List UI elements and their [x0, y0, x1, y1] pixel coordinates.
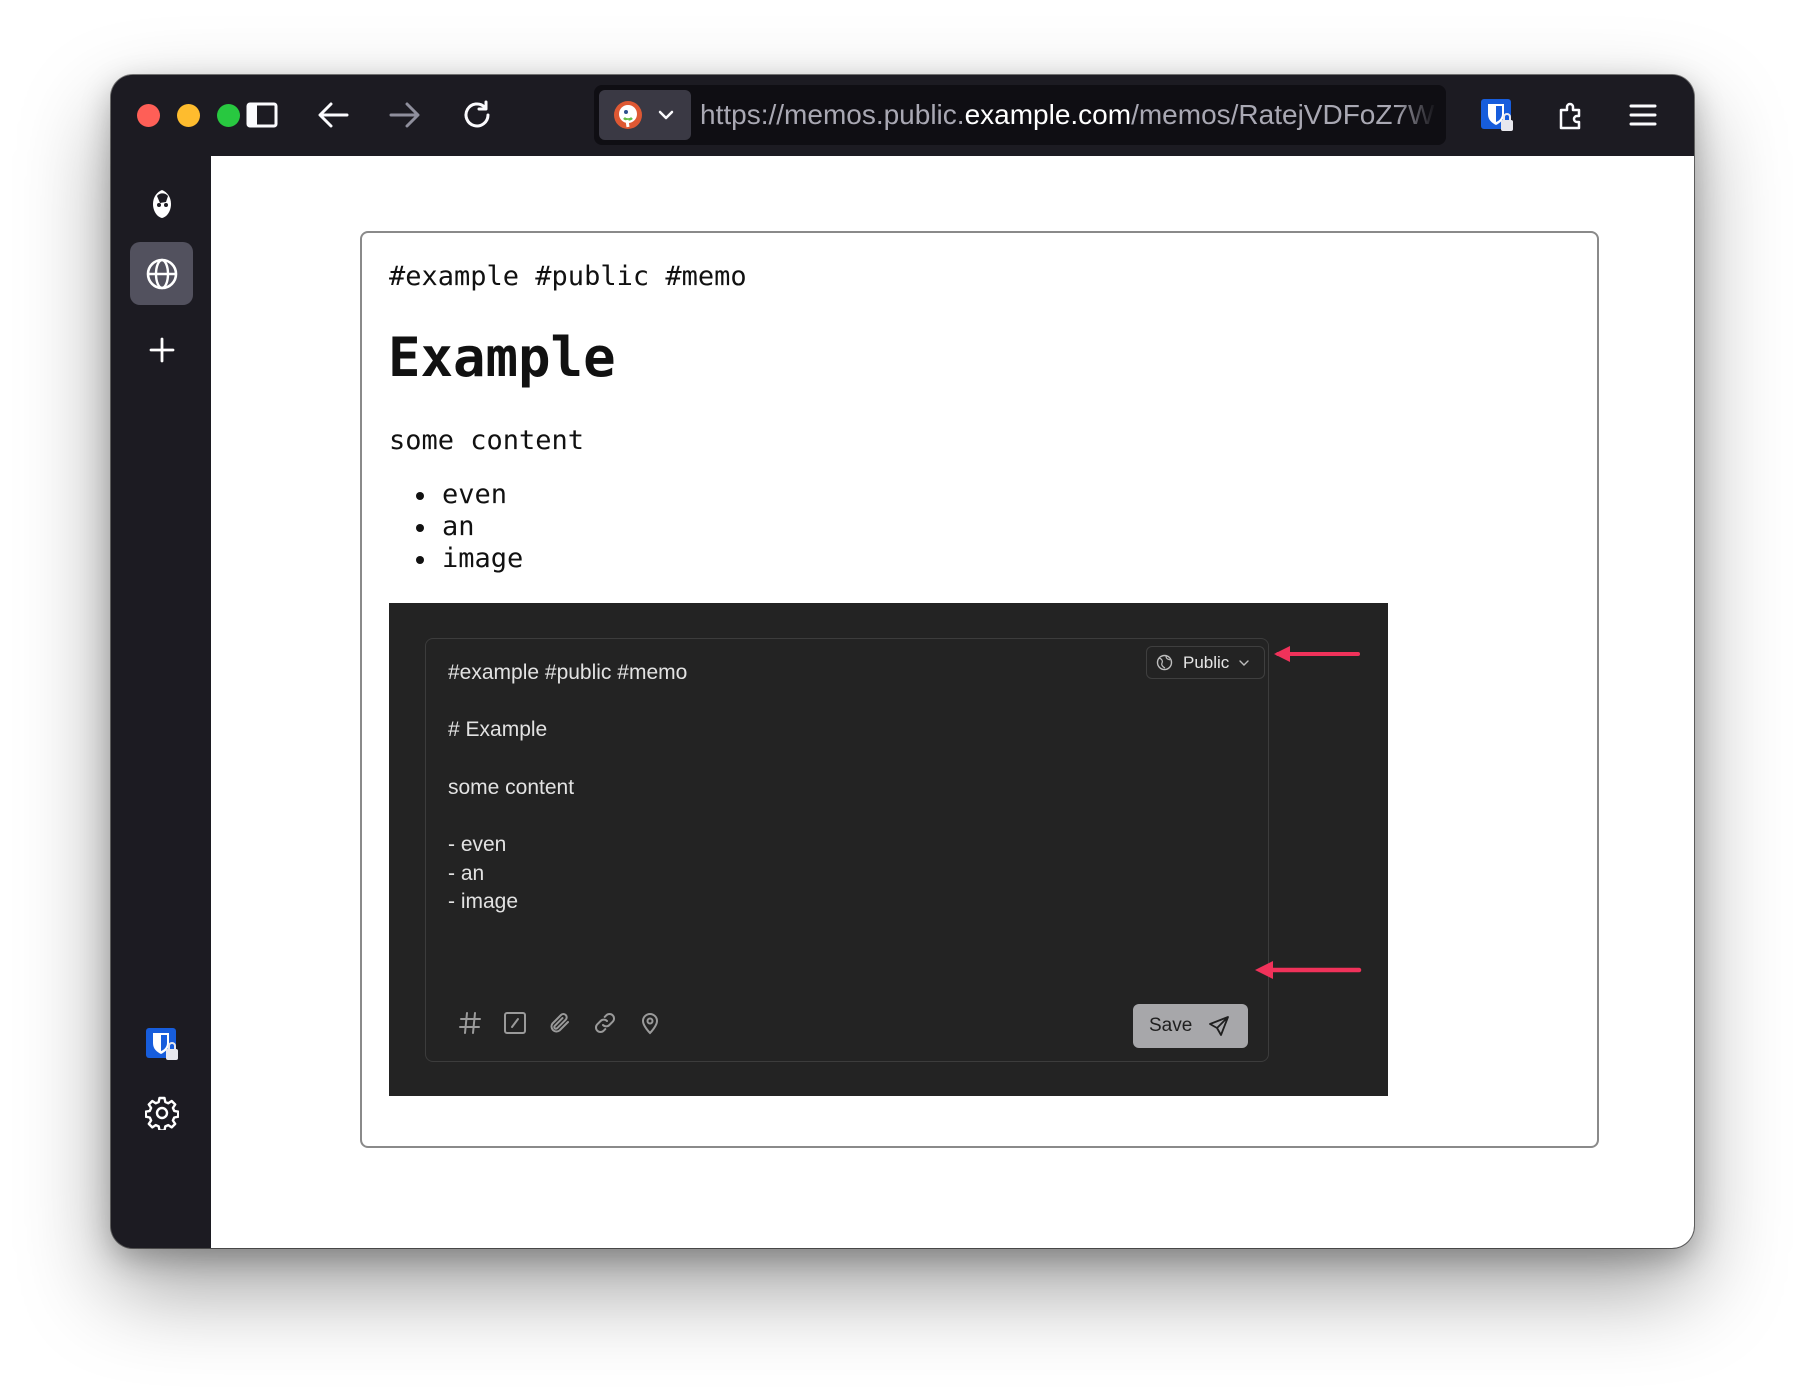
url-host: example.com: [964, 99, 1132, 130]
url-text[interactable]: https://memos.public.example.com/memos/R…: [700, 97, 1436, 133]
slash-box-icon: [501, 1009, 529, 1037]
browser-sidebar: [111, 156, 211, 1248]
browser-toolbar: https://memos.public.example.com/memos/R…: [111, 75, 1694, 156]
globe-icon[interactable]: [130, 242, 193, 305]
menu-hamburger-icon[interactable]: [1623, 95, 1663, 135]
editor-toolbar: [456, 1009, 664, 1041]
url-prefix: https://memos.public.: [700, 99, 965, 130]
memo-editor: Public #example #public #memo # Example …: [425, 638, 1269, 1062]
bitwarden-icon[interactable]: [1477, 95, 1517, 135]
embedded-screenshot: Public #example #public #memo # Example …: [389, 603, 1388, 1096]
editor-line: - image: [448, 890, 519, 913]
chevron-down-icon: [1239, 659, 1250, 666]
bitwarden-sidebar-icon[interactable]: [130, 1012, 193, 1075]
visibility-label: Public: [1183, 652, 1230, 672]
link-icon: [591, 1009, 619, 1037]
reload-icon[interactable]: [457, 95, 497, 135]
page-content: #example #public #memo Example some cont…: [211, 156, 1694, 1248]
list-item: even: [416, 479, 523, 511]
search-engine-selector[interactable]: [599, 90, 691, 140]
extensions-puzzle-icon[interactable]: [1552, 95, 1592, 135]
memo-heading: Example: [388, 326, 616, 389]
close-window-button[interactable]: [137, 104, 160, 127]
url-path: /memos/RatejVDFoZ7W: [1131, 99, 1435, 130]
annotation-arrow: [1274, 646, 1360, 662]
memo-paragraph: some content: [389, 425, 585, 456]
address-bar[interactable]: https://memos.public.example.com/memos/R…: [594, 85, 1446, 145]
chevron-down-icon: [658, 110, 674, 120]
save-button: Save: [1133, 1004, 1248, 1048]
add-panel-plus-icon[interactable]: [130, 318, 193, 381]
settings-gear-icon[interactable]: [130, 1081, 193, 1144]
hash-icon: [456, 1009, 484, 1037]
browser-window: https://memos.public.example.com/memos/R…: [111, 75, 1694, 1248]
back-arrow-icon[interactable]: [313, 95, 353, 135]
editor-line: # Example: [448, 718, 548, 741]
memos-app-icon[interactable]: [130, 172, 193, 235]
map-pin-icon: [636, 1009, 664, 1037]
globe-icon: [1156, 654, 1173, 671]
editor-line: - an: [448, 862, 485, 885]
visibility-selector: Public: [1146, 646, 1265, 679]
memo-list: even an image: [416, 479, 523, 575]
editor-line: some content: [448, 776, 575, 799]
annotation-arrow: [1255, 961, 1362, 979]
forward-arrow-icon[interactable]: [385, 95, 425, 135]
save-label: Save: [1149, 1015, 1193, 1036]
send-icon: [1209, 1016, 1230, 1036]
sidebar-toggle-icon[interactable]: [242, 95, 282, 135]
list-item: image: [416, 543, 523, 575]
list-item: an: [416, 511, 523, 543]
minimize-window-button[interactable]: [177, 104, 200, 127]
memo-tags: #example #public #memo: [389, 261, 747, 292]
editor-line: #example #public #memo: [448, 661, 688, 684]
zoom-window-button[interactable]: [217, 104, 240, 127]
editor-line: - even: [448, 833, 507, 856]
paperclip-icon: [546, 1009, 574, 1037]
duckduckgo-icon: [614, 101, 642, 129]
memo-card: #example #public #memo Example some cont…: [360, 231, 1599, 1148]
